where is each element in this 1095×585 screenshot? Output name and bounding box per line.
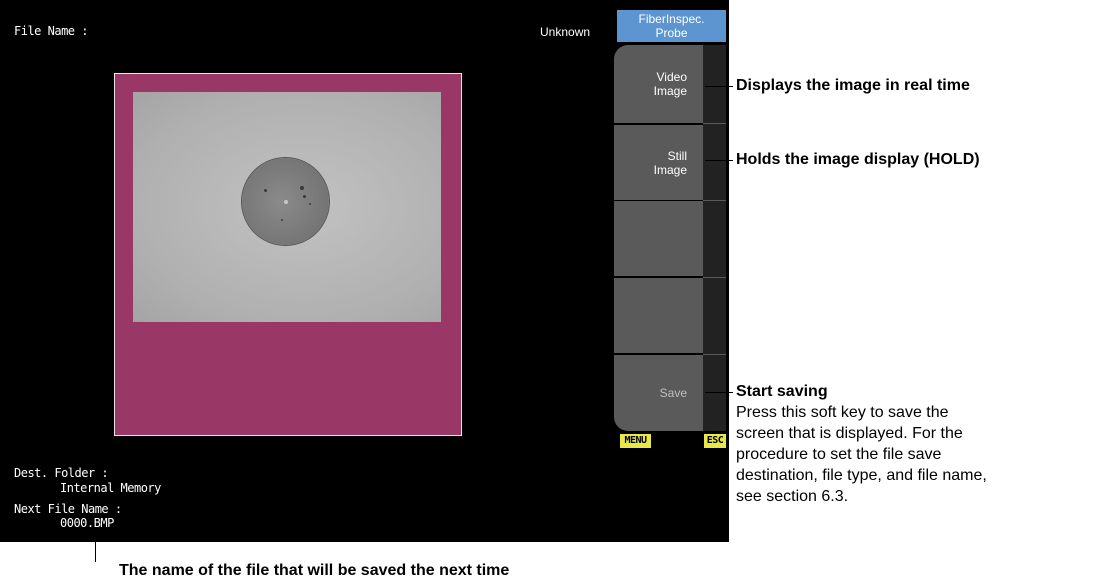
softkey-panel: Video Image Still Image Save [614, 45, 726, 431]
still-image-softkey[interactable]: Still Image [614, 125, 703, 200]
mode-title-line1: FiberInspec. [638, 12, 705, 26]
file-name-label: File Name : [14, 24, 88, 38]
blank-softkey-4[interactable] [614, 278, 703, 353]
dest-folder-label: Dest. Folder : [14, 466, 109, 480]
still-callout-line [705, 160, 733, 161]
softkey-label: Image [653, 162, 687, 177]
next-file-label: Next File Name : [14, 502, 122, 516]
instrument-screen: File Name : Unknown FiberInspec. Probe V… [0, 0, 729, 542]
video-image-softkey[interactable]: Video Image [614, 45, 703, 123]
esc-key-badge[interactable]: ESC [704, 434, 726, 448]
softkey-divider [703, 277, 726, 278]
softkey-label: Save [659, 386, 687, 400]
video-callout: Displays the image in real time [736, 77, 970, 94]
probe-image-frame [114, 73, 462, 436]
still-callout: Holds the image display (HOLD) [736, 151, 980, 168]
save-desc-line: destination, file type, and file name, [736, 467, 987, 484]
video-callout-line [705, 86, 733, 87]
save-desc-line: screen that is displayed. For the [736, 425, 963, 442]
softkey-divider [703, 123, 726, 124]
softkey-label: Image [653, 84, 687, 98]
save-softkey[interactable]: Save [614, 355, 703, 431]
save-desc-line: see section 6.3. [736, 488, 849, 505]
next-file-value: 0000.BMP [60, 516, 114, 530]
fiber-center [284, 200, 288, 204]
next-file-callout: The name of the file that will be saved … [119, 562, 510, 579]
probe-image [133, 92, 441, 322]
next-file-callout-line [95, 542, 96, 562]
fiber-core-image [242, 158, 329, 245]
fiber-defect [281, 219, 283, 221]
fiber-defect [309, 203, 311, 205]
menu-key-badge[interactable]: MENU [620, 434, 651, 448]
fiber-defect [264, 189, 267, 192]
softkey-label: Video [656, 70, 687, 84]
save-callout-desc: Press this soft key to save the screen t… [736, 402, 987, 507]
softkey-strip [703, 45, 726, 431]
mode-title-line2: Probe [655, 26, 688, 40]
save-callout-title: Start saving [736, 383, 828, 400]
fiber-defect [303, 195, 306, 198]
softkey-label: Still [667, 148, 687, 163]
softkey-divider [703, 200, 726, 201]
mode-title: FiberInspec. Probe [617, 10, 726, 42]
save-desc-line: procedure to set the file save [736, 446, 942, 463]
fiber-defect [300, 186, 304, 190]
blank-softkey-3[interactable] [614, 201, 703, 276]
save-callout-line [705, 392, 733, 393]
file-status: Unknown [540, 25, 591, 39]
softkey-divider [703, 354, 726, 355]
dest-folder-value: Internal Memory [60, 481, 161, 495]
save-desc-line: Press this soft key to save the [736, 404, 949, 421]
